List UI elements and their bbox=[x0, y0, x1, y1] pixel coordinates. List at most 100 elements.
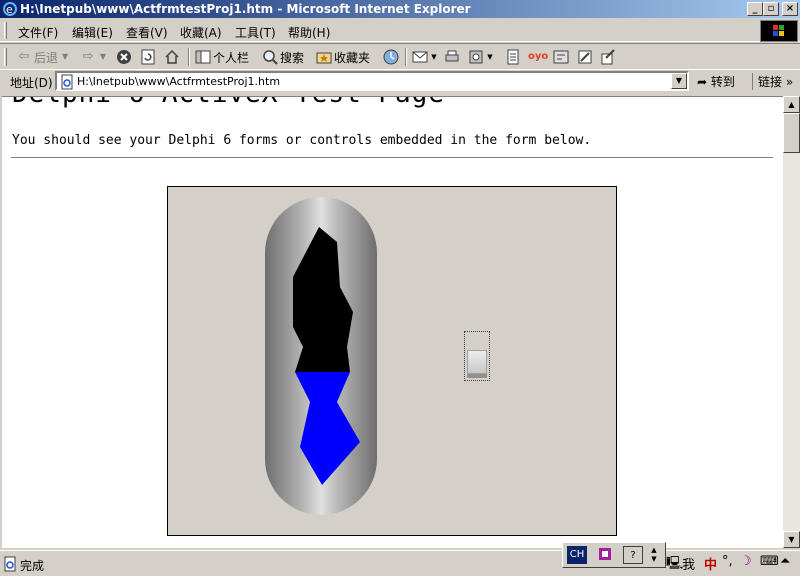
menu-grip[interactable] bbox=[4, 22, 7, 39]
address-label: 地址(D) bbox=[10, 76, 53, 90]
refresh-icon bbox=[141, 49, 155, 65]
stop-button[interactable] bbox=[116, 48, 132, 66]
personal-bar-button[interactable]: 个人栏 bbox=[195, 48, 249, 66]
keyboard-icon[interactable]: ⌨ bbox=[760, 554, 779, 569]
print-button[interactable] bbox=[444, 48, 460, 66]
oicq-icon: oyo bbox=[528, 51, 549, 62]
toggle-knob[interactable] bbox=[467, 350, 487, 374]
menu-edit[interactable]: 编辑(E) bbox=[72, 24, 113, 41]
history-button[interactable] bbox=[383, 48, 399, 66]
ime-options-icon[interactable]: ▲ ▼ bbox=[647, 546, 661, 564]
tool-button-3[interactable] bbox=[600, 48, 616, 66]
ime-language-bar: CH ? ▲ ▼ bbox=[562, 542, 666, 568]
ime-input-icon bbox=[599, 548, 611, 560]
toggle-track bbox=[467, 374, 487, 378]
moon-icon[interactable]: ☽ bbox=[740, 554, 752, 569]
search-button[interactable]: 搜索 bbox=[262, 48, 304, 66]
tool-button-2[interactable] bbox=[577, 48, 593, 66]
maximize-button[interactable]: ▫ bbox=[763, 2, 779, 16]
tray-up-icon[interactable]: ⏶ bbox=[780, 554, 790, 569]
discuss-button[interactable] bbox=[505, 48, 521, 66]
toggle-control[interactable] bbox=[464, 331, 490, 381]
address-url[interactable]: H:\Inetpub\www\ActfrmtestProj1.htm bbox=[77, 75, 280, 88]
status-text: 完成 bbox=[20, 559, 45, 573]
horizontal-rule bbox=[11, 157, 773, 159]
menu-favorites[interactable]: 收藏(A) bbox=[180, 24, 222, 41]
blue-shape bbox=[295, 372, 360, 485]
close-button[interactable]: × bbox=[782, 2, 798, 16]
gauge-capsule bbox=[265, 197, 377, 515]
address-bar: 地址(D) H:\Inetpub\www\ActfrmtestProj1.htm… bbox=[0, 69, 800, 93]
menu-bar: 文件(F) 编辑(E) 查看(V) 收藏(A) 工具(T) 帮助(H) bbox=[0, 19, 800, 42]
standard-toolbar: ⇦ 后退 ▼ ⇨ ▼ 个人栏 搜索 收藏夹 ▼ ▼ oyo bbox=[0, 43, 800, 69]
links-button[interactable]: 链接 » bbox=[752, 73, 793, 90]
edit-dropdown-icon[interactable]: ▼ bbox=[486, 49, 494, 65]
minimize-button[interactable]: _ bbox=[747, 2, 763, 16]
system-tray: 🖳 我 中 °, ☽ ⌨ ⏶ bbox=[666, 550, 800, 576]
toolbar-grip[interactable] bbox=[4, 48, 7, 66]
go-arrow-icon: ➦ bbox=[697, 75, 708, 89]
punctuation-icon[interactable]: °, bbox=[722, 554, 733, 569]
history-icon bbox=[383, 49, 399, 65]
ie-logo-icon: e bbox=[3, 2, 17, 16]
address-dropdown-icon[interactable]: ▼ bbox=[671, 73, 687, 89]
search-icon bbox=[263, 50, 278, 65]
page-description: You should see your Delphi 6 forms or co… bbox=[12, 133, 592, 148]
menu-help[interactable]: 帮助(H) bbox=[288, 24, 330, 41]
menu-file[interactable]: 文件(F) bbox=[18, 24, 58, 41]
page-content: Delphi 6 ActiveX Test Page You should se… bbox=[2, 96, 783, 548]
tray-me-label: 我 bbox=[682, 558, 696, 573]
forward-button[interactable]: ⇨ ▼ bbox=[80, 48, 108, 66]
edit-page-icon bbox=[469, 50, 483, 64]
title-bar: e H:\Inetpub\www\ActfrmtestProj1.htm - M… bbox=[0, 0, 800, 18]
favorites-icon bbox=[316, 52, 332, 64]
address-input[interactable]: H:\Inetpub\www\ActfrmtestProj1.htm ▼ bbox=[55, 71, 689, 91]
ime-help-button[interactable]: ? bbox=[623, 546, 643, 564]
scroll-up-button[interactable]: ▲ bbox=[783, 96, 800, 113]
black-shape bbox=[293, 227, 353, 372]
translate-icon bbox=[553, 50, 569, 64]
stop-icon bbox=[117, 50, 131, 64]
refresh-button[interactable] bbox=[140, 48, 156, 66]
mail-icon bbox=[412, 51, 428, 63]
mail-dropdown-icon[interactable]: ▼ bbox=[430, 49, 438, 65]
back-button[interactable]: ⇦ 后退 ▼ bbox=[16, 48, 70, 66]
mail-button[interactable]: ▼ bbox=[412, 48, 438, 66]
personal-bar-icon bbox=[195, 50, 211, 64]
page-heading: Delphi 6 ActiveX Test Page bbox=[12, 97, 445, 109]
vertical-scrollbar[interactable]: ▲ ▼ bbox=[783, 96, 800, 548]
tool-button-1[interactable] bbox=[553, 48, 569, 66]
chinese-input-icon[interactable]: 中 bbox=[704, 554, 717, 573]
menu-view[interactable]: 查看(V) bbox=[126, 24, 168, 41]
chevron-right-icon: » bbox=[785, 75, 794, 89]
toolbar-separator bbox=[405, 48, 407, 66]
home-icon bbox=[165, 49, 179, 64]
edit-page-button[interactable]: ▼ bbox=[468, 48, 494, 66]
window-title: H:\Inetpub\www\ActfrmtestProj1.htm - Mic… bbox=[20, 2, 471, 16]
svg-text:e: e bbox=[6, 3, 13, 16]
activex-form[interactable] bbox=[167, 186, 617, 536]
messenger-button[interactable]: oyo bbox=[528, 48, 549, 66]
research-icon bbox=[601, 49, 615, 65]
printer-icon bbox=[445, 50, 459, 62]
status-page-icon bbox=[4, 556, 16, 572]
toolbar-separator bbox=[188, 48, 190, 66]
ime-input-button[interactable] bbox=[595, 546, 615, 564]
scroll-thumb[interactable] bbox=[783, 113, 800, 153]
gauge-shape bbox=[293, 227, 360, 485]
forward-arrow-icon: ⇨ bbox=[82, 49, 94, 64]
home-button[interactable] bbox=[164, 48, 180, 66]
computer-icon[interactable]: 🖳 bbox=[666, 554, 683, 576]
ime-ch-button[interactable]: CH bbox=[567, 546, 587, 564]
favorites-button[interactable]: 收藏夹 bbox=[316, 48, 370, 66]
back-arrow-icon: ⇦ bbox=[18, 49, 30, 64]
scroll-down-button[interactable]: ▼ bbox=[783, 531, 800, 548]
back-dropdown-icon[interactable]: ▼ bbox=[60, 49, 70, 65]
edit-icon bbox=[578, 50, 592, 64]
menu-tools[interactable]: 工具(T) bbox=[235, 24, 276, 41]
go-button[interactable]: ➦ 转到 bbox=[697, 73, 735, 90]
discuss-icon bbox=[507, 49, 519, 65]
page-icon bbox=[61, 74, 73, 90]
windows-logo-icon bbox=[760, 20, 798, 42]
forward-dropdown-icon[interactable]: ▼ bbox=[98, 49, 108, 65]
